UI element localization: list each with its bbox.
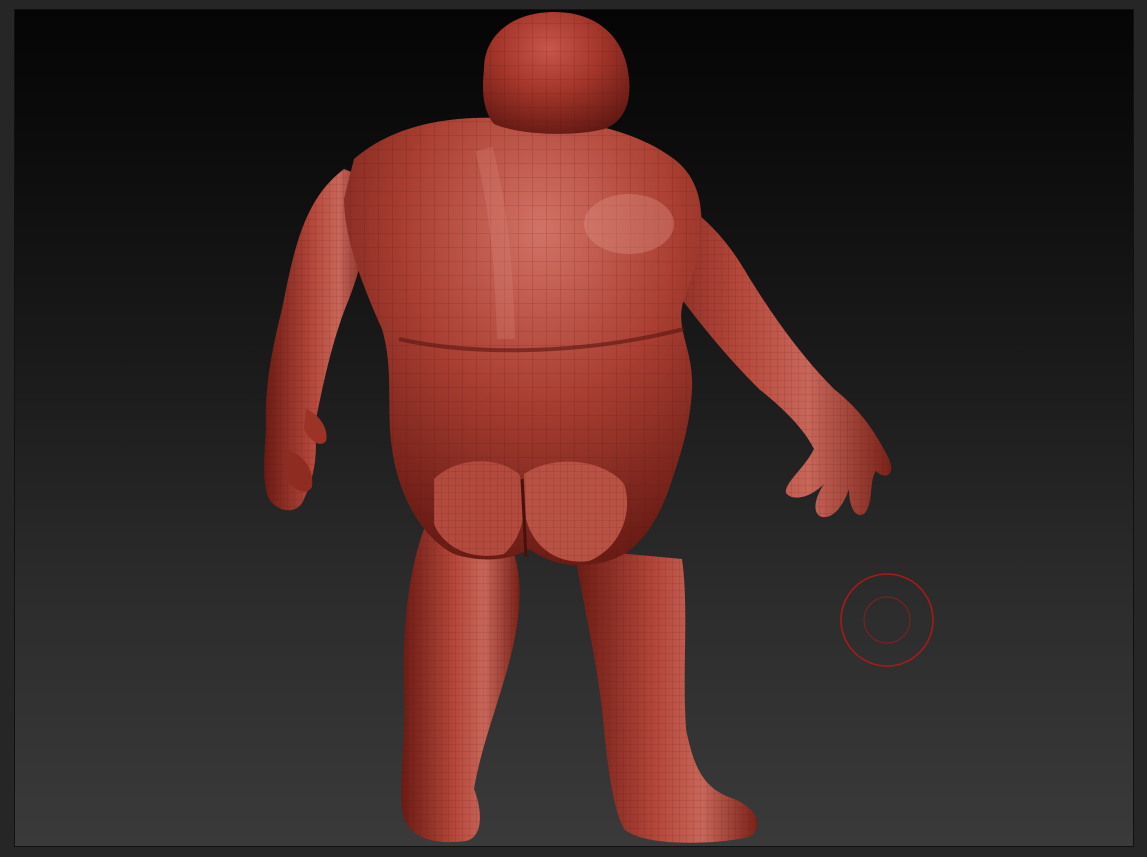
viewport-canvas[interactable] [14,9,1134,847]
model-right-leg [574,549,758,843]
model-torso [344,117,702,566]
brush-cursor-icon [840,573,934,667]
3d-viewport[interactable] [14,9,1134,847]
model-head [483,12,630,134]
sculpt-model[interactable] [264,12,892,843]
model-left-leg [401,529,520,843]
app-window [0,0,1147,857]
